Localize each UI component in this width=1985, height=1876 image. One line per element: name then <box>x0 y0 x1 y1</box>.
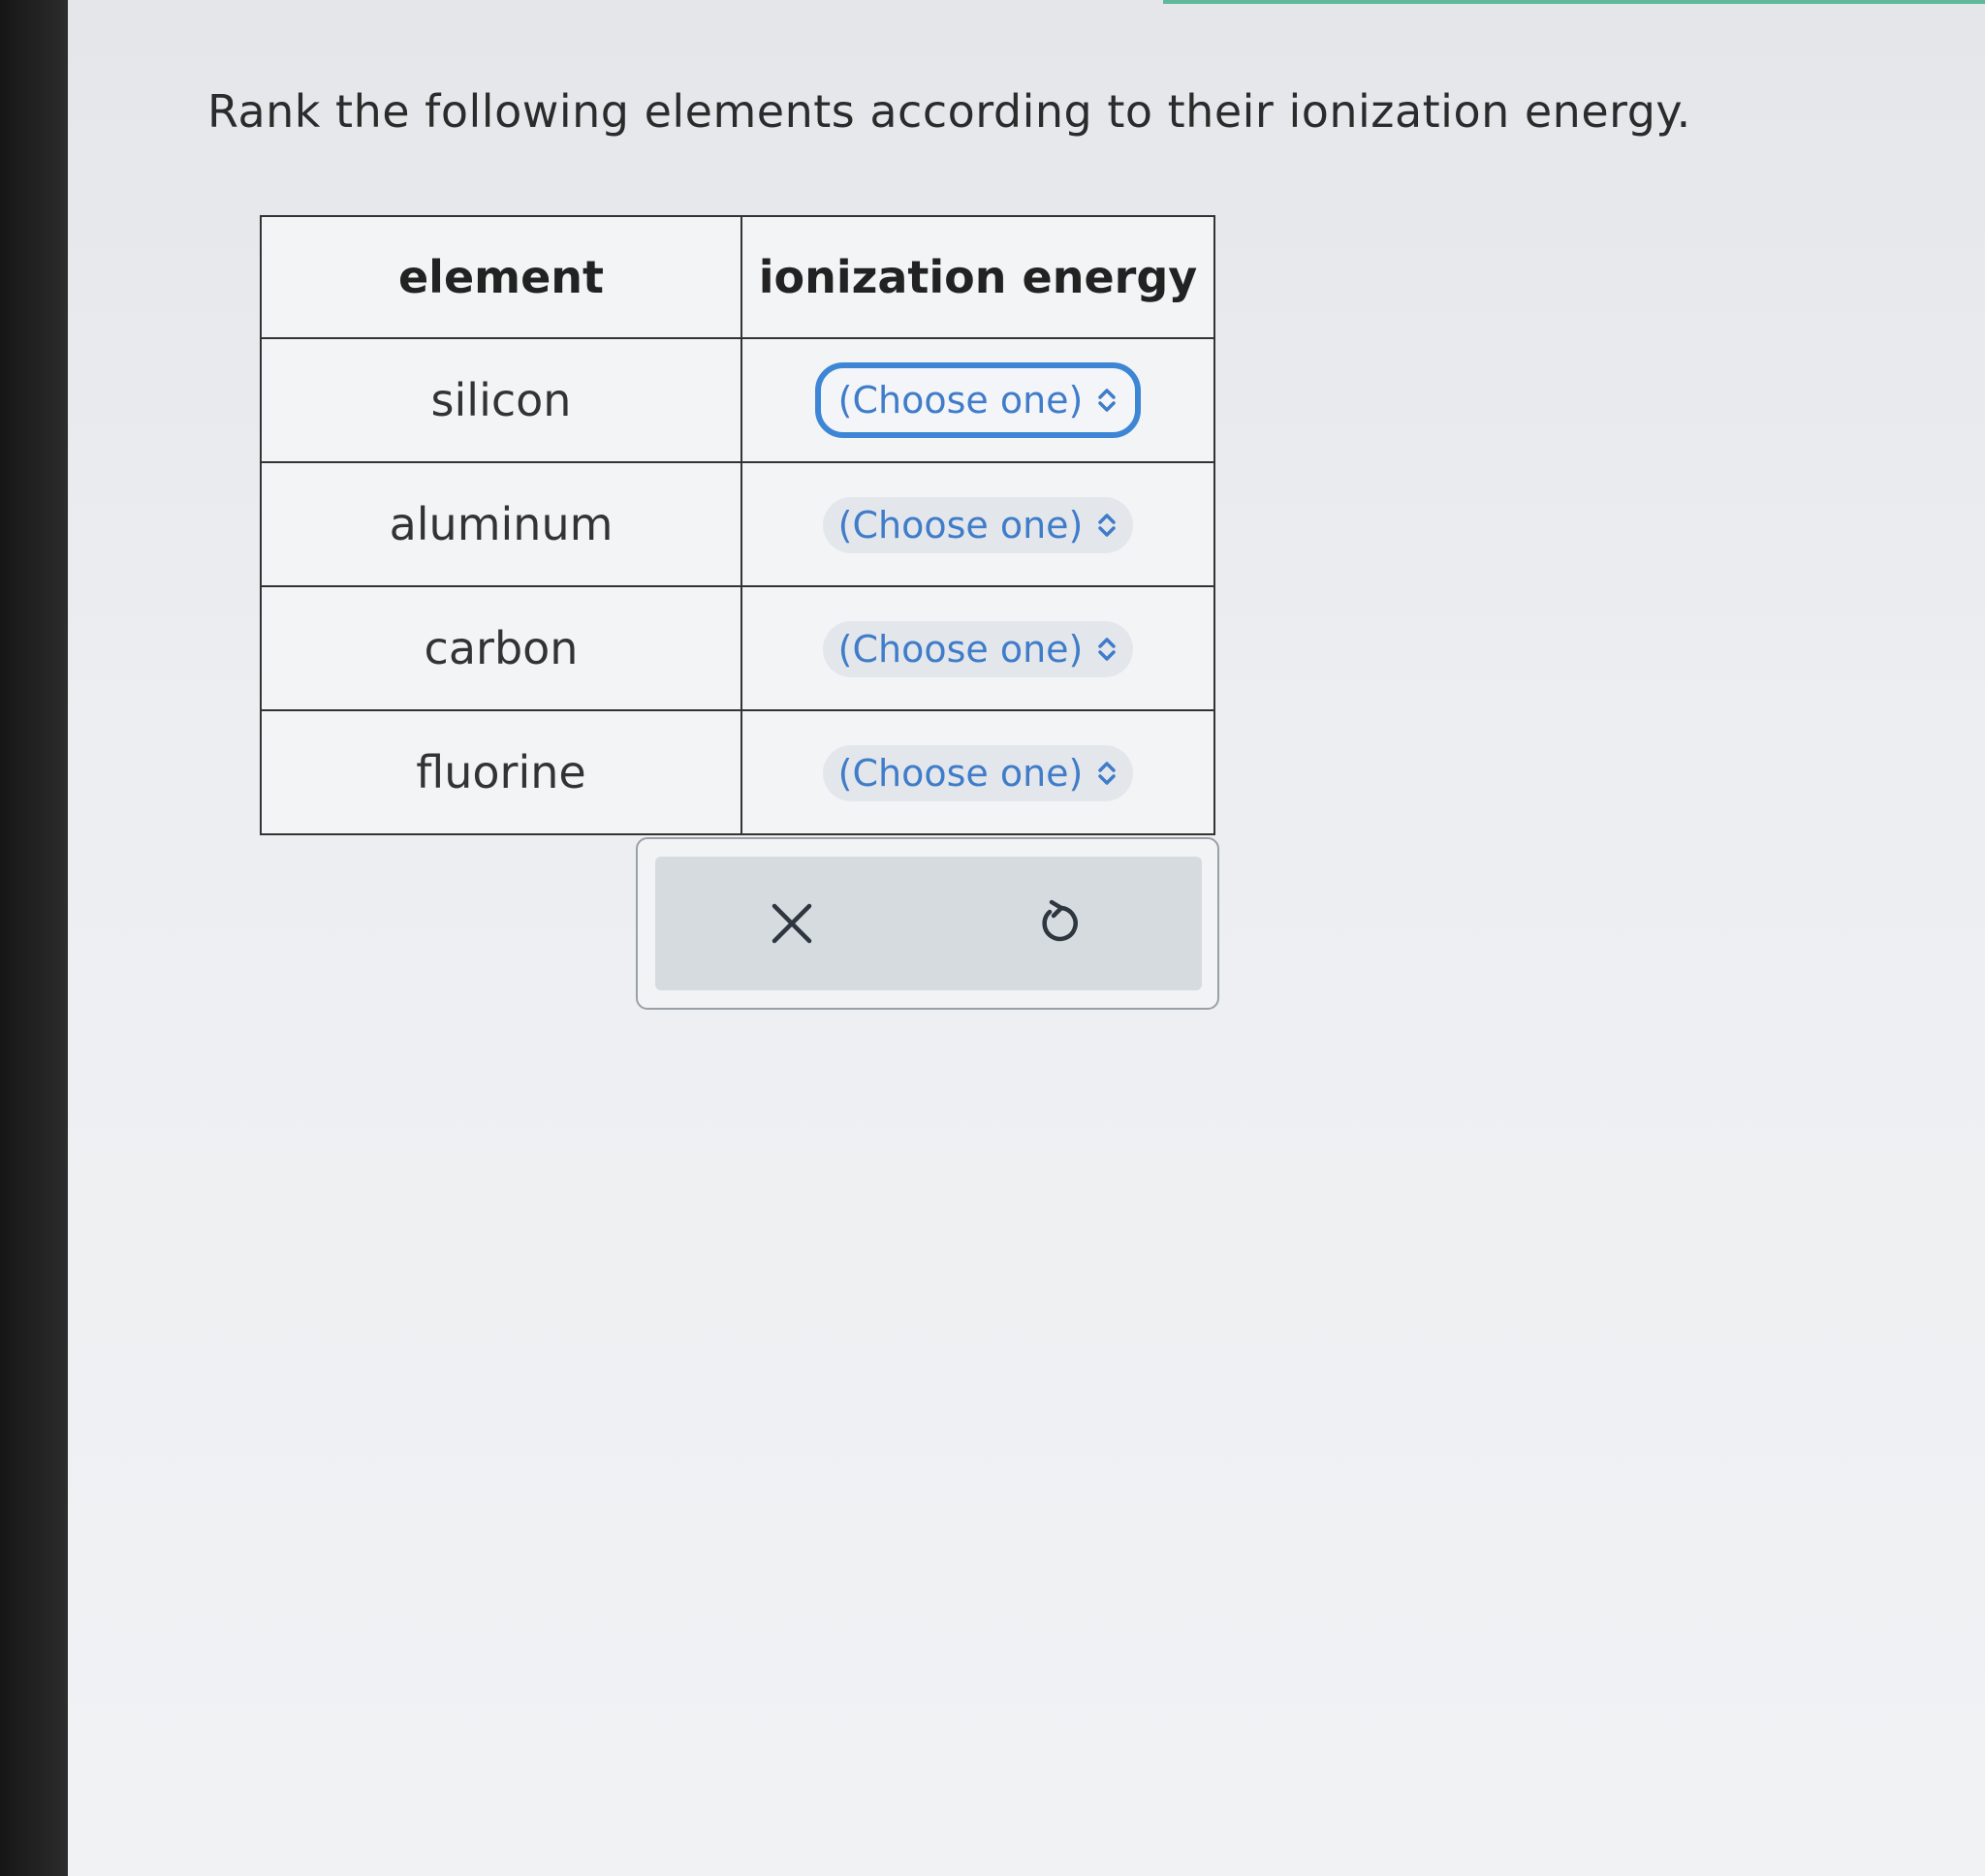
ranking-table: element ionization energy silicon (Choos… <box>260 215 1215 835</box>
element-name: fluorine <box>260 709 742 835</box>
undo-icon <box>1042 899 1078 942</box>
element-name: aluminum <box>260 461 742 587</box>
element-name: carbon <box>260 585 742 711</box>
answer-actions-bar <box>655 857 1202 990</box>
column-header-element: element <box>260 215 742 339</box>
rank-cell: (Choose one) <box>740 337 1215 463</box>
close-icon <box>772 903 812 944</box>
clear-button[interactable] <box>758 890 826 957</box>
rank-select[interactable]: (Choose one) <box>822 620 1134 677</box>
rank-cell: (Choose one) <box>740 461 1215 587</box>
chevron-up-down-icon <box>1098 761 1117 785</box>
answer-actions-panel <box>636 837 1219 1010</box>
table-header-row: element ionization energy <box>260 215 1215 339</box>
rank-select[interactable]: (Choose one) <box>822 496 1134 553</box>
top-accent-bar <box>1163 0 1985 4</box>
rank-select-value: (Choose one) <box>837 751 1084 795</box>
rank-select[interactable]: (Choose one) <box>822 744 1134 801</box>
rank-cell: (Choose one) <box>740 709 1215 835</box>
rank-select[interactable]: (Choose one) <box>814 362 1142 438</box>
rank-cell: (Choose one) <box>740 585 1215 711</box>
rank-select-value: (Choose one) <box>837 503 1084 547</box>
table-row: fluorine (Choose one) <box>260 709 1215 835</box>
rank-select-value: (Choose one) <box>837 627 1084 671</box>
rank-select-value: (Choose one) <box>837 379 1084 422</box>
question-prompt: Rank the following elements according to… <box>207 85 1691 138</box>
chevron-up-down-icon <box>1098 389 1117 412</box>
table-row: aluminum (Choose one) <box>260 461 1215 587</box>
table-row: carbon (Choose one) <box>260 585 1215 711</box>
chevron-up-down-icon <box>1098 637 1117 661</box>
table-row: silicon (Choose one) <box>260 337 1215 463</box>
column-header-ionization-energy: ionization energy <box>740 215 1215 339</box>
chevron-up-down-icon <box>1098 513 1117 537</box>
element-name: silicon <box>260 337 742 463</box>
undo-button[interactable] <box>1024 890 1091 957</box>
